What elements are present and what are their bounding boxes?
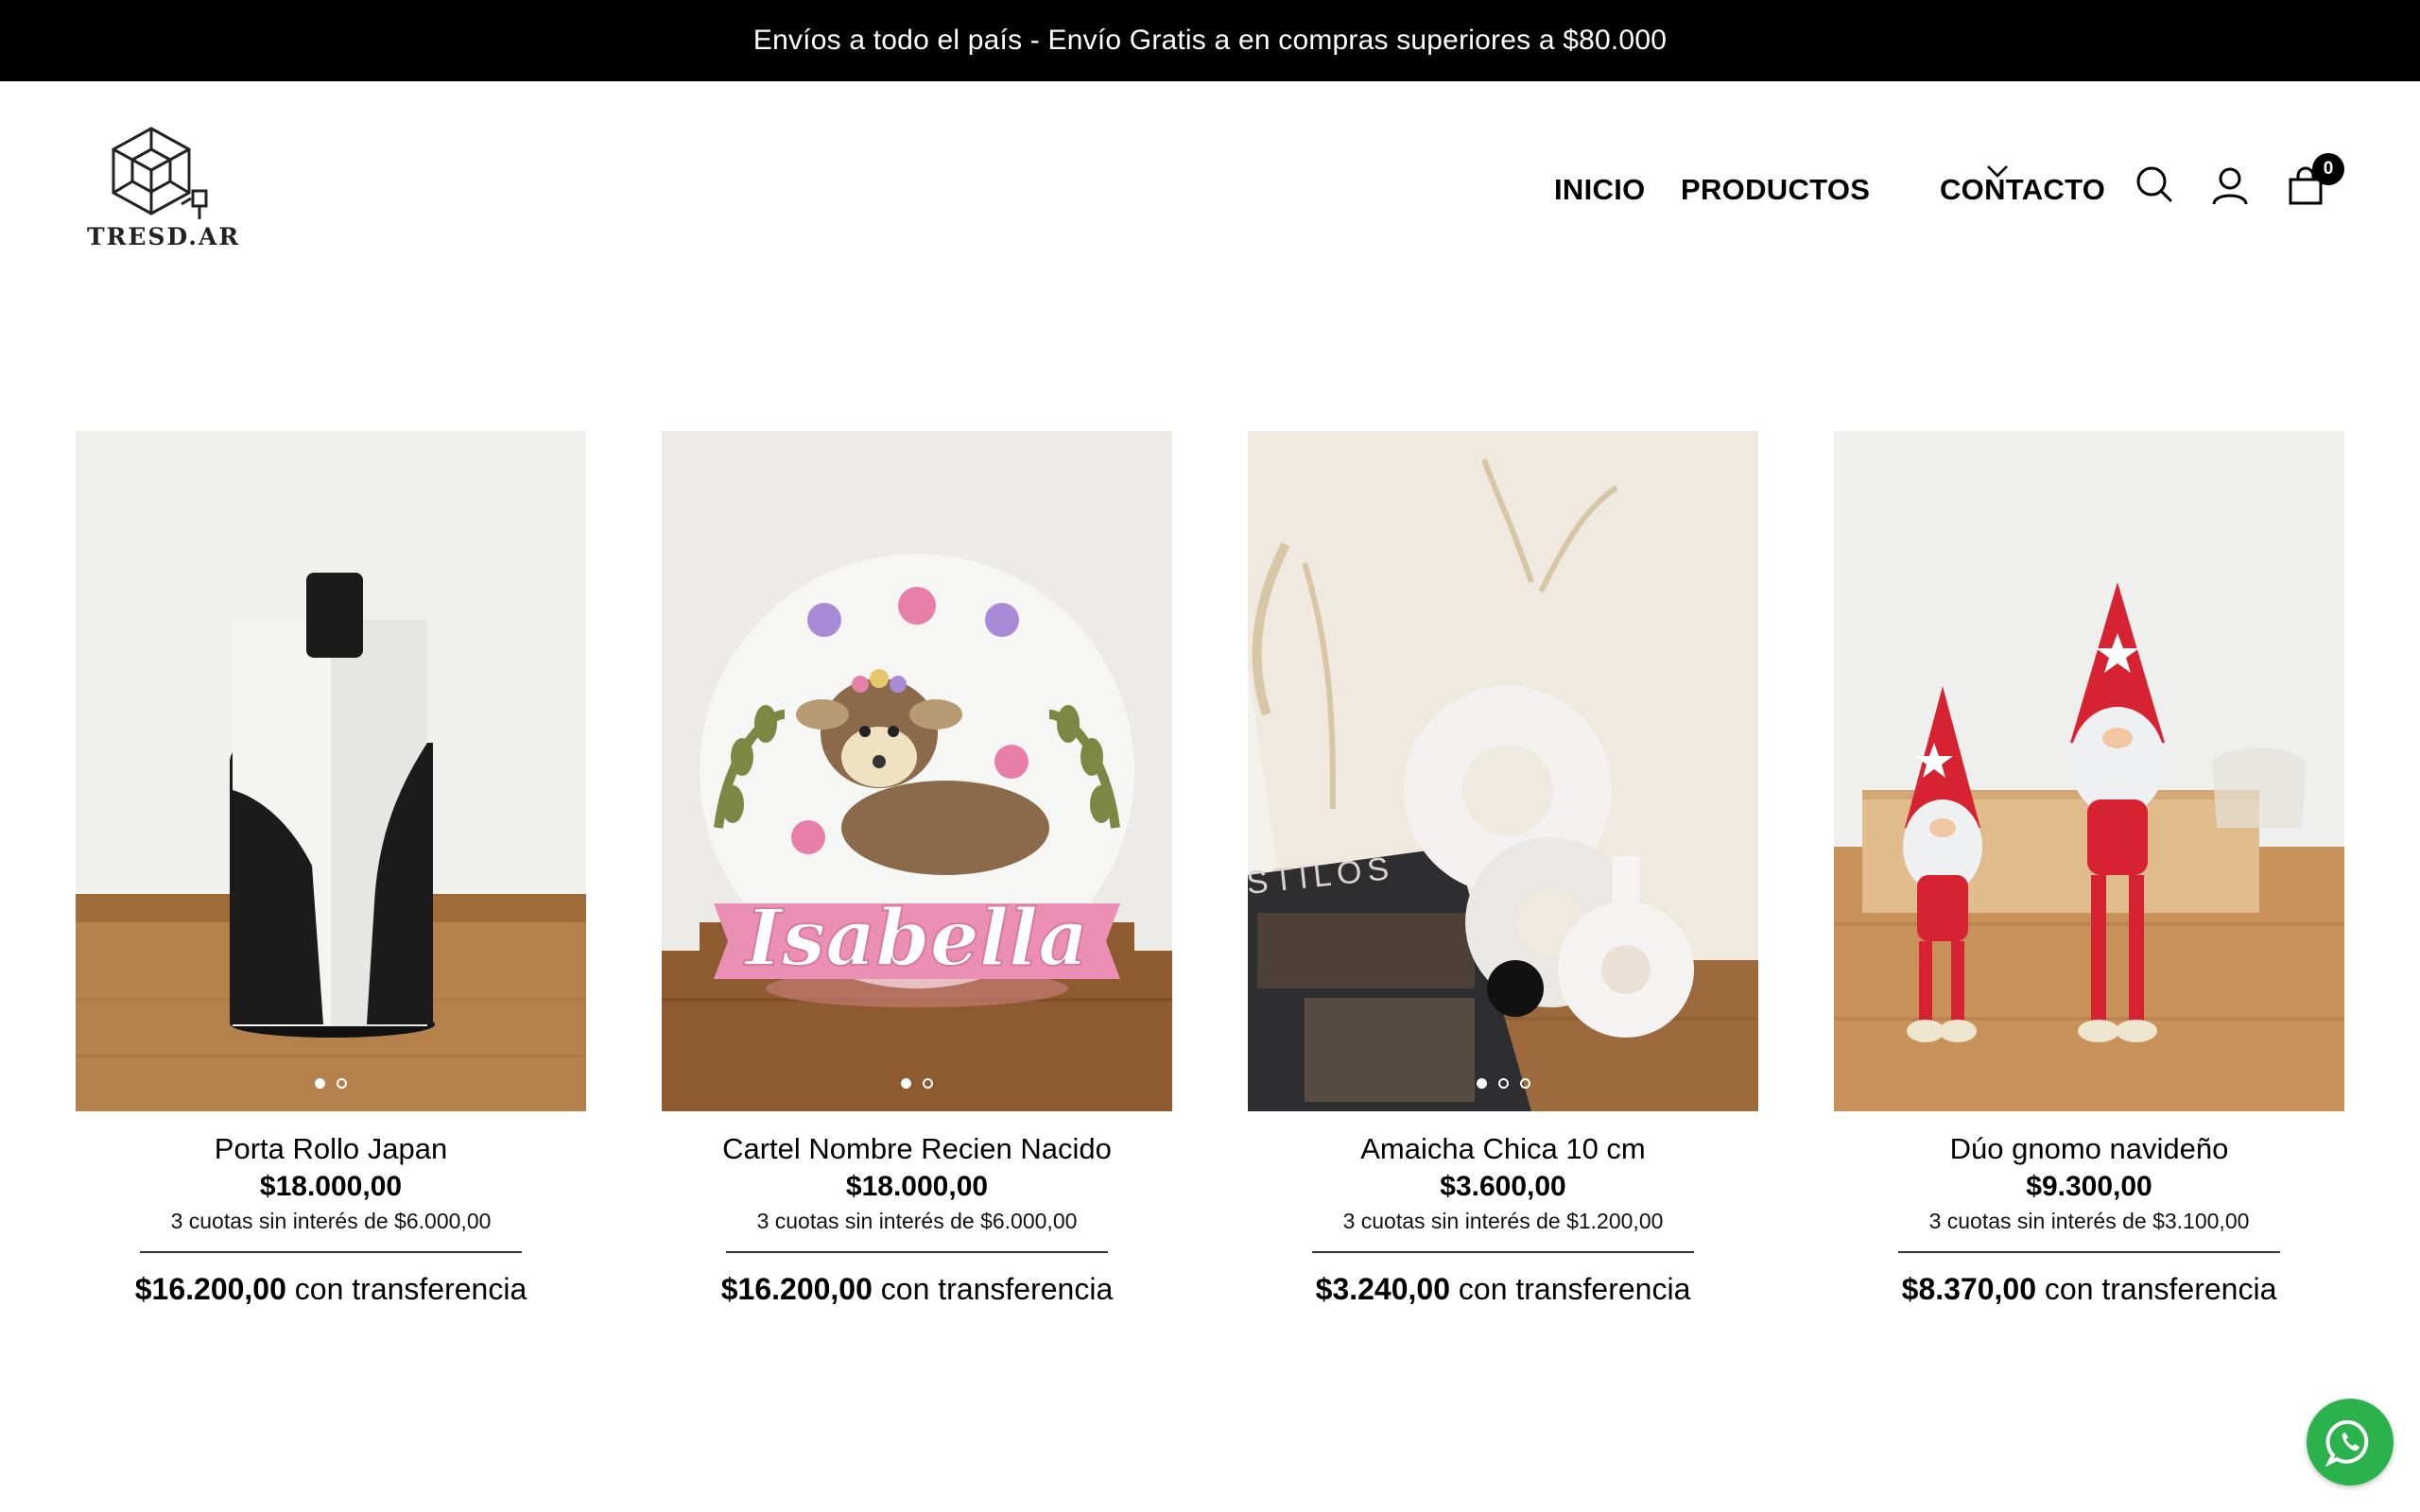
divider (1312, 1251, 1694, 1253)
installments-text: 3 cuotas sin interés de $6.000,00 (756, 1209, 1078, 1233)
product-name[interactable]: Amaicha Chica 10 cm (1248, 1130, 1758, 1168)
transfer-price: $3.240,00 (1315, 1272, 1450, 1306)
transfer-price-line: $16.200,00 con transferencia (662, 1270, 1172, 1308)
product-card: Porta Rollo Japan $18.000,00 3 cuotas si… (76, 431, 586, 1308)
transfer-price-line: $8.370,00 con transferencia (1834, 1270, 2344, 1308)
installments-text: 3 cuotas sin interés de $6.000,00 (170, 1209, 492, 1233)
transfer-price: $8.370,00 (1901, 1272, 2036, 1306)
transfer-price: $16.200,00 (720, 1272, 873, 1306)
installments-text: 3 cuotas sin interés de $1.200,00 (1342, 1209, 1664, 1233)
product-price: $18.000,00 (259, 1171, 403, 1202)
transfer-label: con transferencia (880, 1272, 1114, 1306)
divider (140, 1251, 522, 1253)
sign-name-text: Isabella (744, 893, 1089, 984)
transfer-label: con transferencia (1458, 1272, 1691, 1306)
product-name[interactable]: Dúo gnomo navideño (1834, 1130, 2344, 1168)
product-card: STILOS Amaicha Chica 10 cm $3.600,00 3 c… (1248, 431, 1758, 1308)
carousel-dot[interactable] (1497, 1078, 1509, 1089)
cube-logo-icon (112, 127, 208, 219)
nav-inicio[interactable]: INICIO (1554, 168, 1646, 212)
carousel-dots (662, 1078, 1172, 1089)
carousel-dot[interactable] (315, 1078, 325, 1089)
baby-name-sign-image: Isabella (662, 431, 1172, 1111)
whatsapp-icon (2325, 1419, 2369, 1467)
product-price: $9.300,00 (2026, 1171, 2152, 1202)
product-price: $18.000,00 (845, 1171, 989, 1202)
announcement-text: Envíos a todo el país - Envío Gratis a e… (752, 25, 1668, 56)
transfer-price-line: $16.200,00 con transferencia (76, 1270, 586, 1308)
product-image[interactable]: STILOS (1248, 431, 1758, 1111)
installments-text: 3 cuotas sin interés de $3.100,00 (1928, 1209, 2250, 1233)
transfer-price: $16.200,00 (134, 1272, 286, 1306)
carousel-dot[interactable] (923, 1078, 933, 1089)
product-name[interactable]: Cartel Nombre Recien Nacido (662, 1130, 1172, 1168)
christmas-gnomes-image (1834, 431, 2344, 1111)
nav-productos[interactable]: PRODUCTOS (1681, 168, 1870, 212)
transfer-label: con transferencia (294, 1272, 527, 1306)
user-account-icon[interactable] (2210, 166, 2250, 206)
cart-count-badge: 0 (2312, 153, 2344, 185)
paper-towel-holder-image (76, 431, 586, 1111)
carousel-dot[interactable] (901, 1078, 911, 1089)
carousel-dots (1248, 1078, 1758, 1089)
product-card: Dúo gnomo navideño $9.300,00 3 cuotas si… (1834, 431, 2344, 1308)
product-price: $3.600,00 (1440, 1171, 1566, 1202)
ring-vases-image: STILOS (1248, 431, 1758, 1111)
carousel-dot[interactable] (1476, 1078, 1487, 1089)
carousel-dot[interactable] (337, 1078, 347, 1089)
announcement-bar: Envíos a todo el país - Envío Gratis a e… (0, 0, 2420, 81)
divider (1898, 1251, 2280, 1253)
product-image[interactable] (1834, 431, 2344, 1111)
carousel-dots (76, 1078, 586, 1089)
divider (726, 1251, 1108, 1253)
whatsapp-button[interactable] (2307, 1399, 2394, 1486)
product-card: Isabella Cartel Nombre Recien Nacido $18… (662, 431, 1172, 1308)
carousel-dot[interactable] (1519, 1078, 1530, 1089)
transfer-price-line: $3.240,00 con transferencia (1248, 1270, 1758, 1308)
product-image[interactable] (76, 431, 586, 1111)
product-name[interactable]: Porta Rollo Japan (76, 1130, 586, 1168)
store-logo[interactable]: TRESD.AR (83, 125, 238, 253)
logo-text: TRESD.AR (87, 223, 241, 250)
search-icon[interactable] (2135, 164, 2174, 204)
product-image[interactable]: Isabella (662, 431, 1172, 1111)
transfer-label: con transferencia (2044, 1272, 2277, 1306)
nav-contacto[interactable]: CONTACTO (1940, 168, 2105, 212)
